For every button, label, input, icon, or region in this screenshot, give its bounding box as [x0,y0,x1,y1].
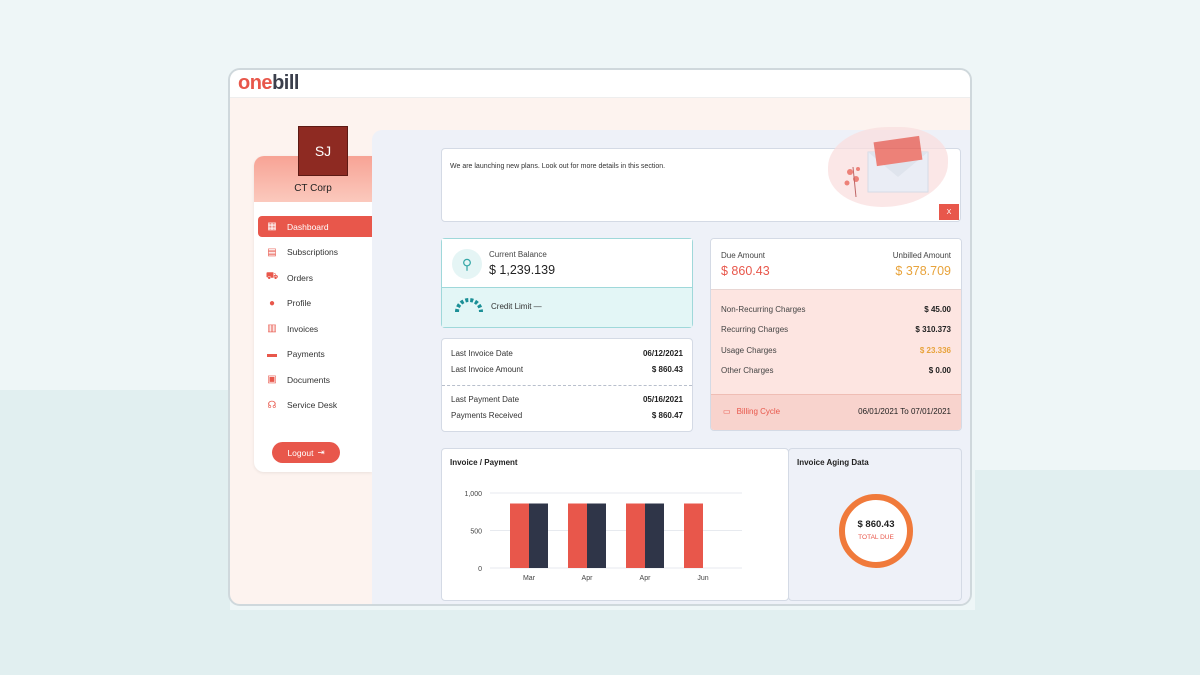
avatar[interactable]: SJ [298,126,348,176]
sidebar-item-orders[interactable]: ⛟ Orders [254,267,372,288]
logout-button[interactable]: Logout ⇥ [272,442,340,463]
wallet-icon: ⚲ [452,249,482,279]
total-due-value: $ 860.43 [857,519,895,530]
bar [529,503,548,568]
current-balance-label: Current Balance [489,250,547,259]
sidebar-item-invoices[interactable]: ▥ Invoices [254,318,372,339]
sidebar-item-dashboard[interactable]: ▦ Dashboard [258,216,372,237]
cart-icon: ⛟ [265,271,279,282]
bar [684,503,703,568]
current-balance-value: $ 1,239.139 [489,263,556,277]
bar [587,503,606,568]
grid-icon: ▦ [267,221,277,232]
bar [568,503,587,568]
sidebar-nav: ▦ Dashboard ▤ Subscriptions ⛟ Orders ● P… [254,216,372,420]
sidebar: SJ CT Corp ▦ Dashboard ▤ Subscriptions ⛟… [254,126,372,472]
sidebar-item-payments[interactable]: ▬ Payments [254,344,372,365]
sidebar-item-service-desk[interactable]: ☊ Service Desk [254,395,372,416]
chart-title: Invoice / Payment [450,458,518,467]
cabinet-icon: ▣ [267,374,277,385]
last-invoice-amount-row: Last Invoice Amount $ 860.43 [451,365,683,374]
total-due-label: TOTAL DUE [858,534,894,541]
aging-title: Invoice Aging Data [797,458,869,467]
last-payment-date-row: Last Payment Date 05/16/2021 [451,395,683,404]
calendar-icon: ▤ [267,246,277,258]
company-name: CT Corp [294,183,332,194]
bar [510,503,529,568]
non-recurring-charges-row: Non-Recurring Charges $ 45.00 [721,305,951,314]
total-due-donut: $ 860.43 TOTAL DUE [839,494,913,568]
sidebar-item-documents[interactable]: ▣ Documents [254,369,372,390]
usage-charges-row: Usage Charges $ 23.336 [721,346,951,355]
due-amount-card: Due Amount $ 860.43 Unbilled Amount $ 37… [710,238,962,431]
main-content: We are launching new plans. Look out for… [372,127,970,604]
bar [626,503,645,568]
top-bar: onebill [230,70,970,98]
invoice-aging-card: Invoice Aging Data $ 860.43 TOTAL DUE [788,448,962,601]
onebill-logo[interactable]: onebill [238,72,299,95]
balance-card: ⚲ Current Balance $ 1,239.139 Credit Lim… [441,238,693,328]
card-icon: ▬ [267,348,277,360]
envelope-illustration [828,127,948,207]
x-tick-label: Mar [523,575,536,582]
x-tick-label: Apr [640,575,652,582]
unbilled-amount-label: Unbilled Amount [892,251,951,260]
billing-cycle-row: ▭ Billing Cycle 06/01/2021 To 07/01/2021 [711,394,961,430]
x-tick-label: Apr [582,575,594,582]
recurring-charges-row: Recurring Charges $ 310.373 [721,325,951,334]
divider [442,385,692,386]
exit-icon: ⇥ [317,447,325,457]
support-icon: ☊ [267,399,277,411]
billing-cycle-value: 06/01/2021 To 07/01/2021 [858,407,951,416]
credit-limit-label: Credit Limit — [491,302,542,311]
banner-close-button[interactable]: X [939,204,959,220]
announcement-banner: We are launching new plans. Look out for… [441,127,961,222]
book-icon: ▥ [267,323,277,334]
invoice-payment-chart-card: Invoice / Payment 0 500 1,000 Mar Apr Apr Jun [441,448,789,601]
gauge-icon [454,297,484,313]
sidebar-item-subscriptions[interactable]: ▤ Subscriptions [254,242,372,263]
due-amount-value: $ 860.43 [721,264,770,278]
due-amount-label: Due Amount [721,251,766,260]
app-window: onebill SJ CT Corp ▦ Dashboard ▤ Subscri… [228,68,972,606]
bar-chart: 0 500 1,000 Mar Apr Apr Jun [464,491,742,582]
last-invoice-date-row: Last Invoice Date 06/12/2021 [451,349,683,358]
invoice-summary-card: Last Invoice Date 06/12/2021 Last Invoic… [441,338,693,432]
other-charges-row: Other Charges $ 0.00 [721,366,951,375]
calendar-icon: ▭ [723,407,731,416]
bar [645,503,664,568]
x-tick-label: Jun [697,575,708,582]
banner-message: We are launching new plans. Look out for… [450,163,666,170]
payments-received-row: Payments Received $ 860.47 [451,411,683,420]
sidebar-item-profile[interactable]: ● Profile [254,293,372,314]
y-tick-label: 0 [478,566,482,573]
person-icon: ● [268,297,276,309]
y-tick-label: 1,000 [464,491,482,498]
y-tick-label: 500 [470,529,482,536]
unbilled-amount-value: $ 378.709 [895,264,951,278]
sidebar-header: SJ CT Corp [254,126,372,202]
